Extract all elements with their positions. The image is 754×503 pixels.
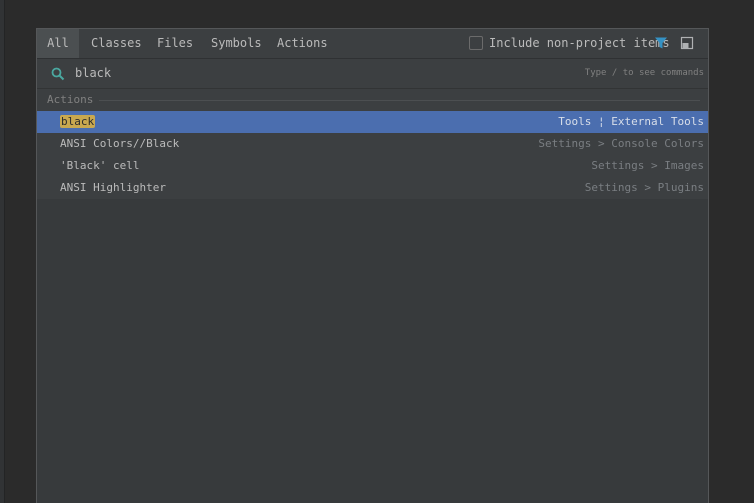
search-icon — [51, 67, 65, 81]
search-bar: black Type / to see commands — [37, 59, 708, 89]
list-item[interactable]: black Tools ¦ External Tools — [37, 111, 708, 133]
tab-symbols[interactable]: Symbols — [211, 29, 262, 58]
results-list: Actions black Tools ¦ External Tools ANS… — [37, 89, 708, 503]
list-item-name: black — [60, 111, 96, 133]
list-item[interactable]: ANSI Highlighter Settings > Plugins — [37, 177, 708, 199]
funnel-icon[interactable] — [654, 36, 668, 50]
match-highlight: black — [60, 115, 96, 128]
tab-classes[interactable]: Classes — [91, 29, 142, 58]
editor-left-edge — [0, 0, 5, 503]
search-hint: Type / to see commands — [584, 68, 704, 78]
section-title: Actions — [47, 93, 94, 106]
section-divider — [99, 100, 700, 101]
tab-bar: All Classes Files Symbols Actions Includ… — [37, 29, 708, 59]
include-non-project-checkbox[interactable] — [469, 36, 483, 50]
include-non-project-label[interactable]: Include non-project items — [489, 29, 670, 58]
tab-all[interactable]: All — [37, 29, 79, 58]
section-header-actions: Actions — [37, 89, 708, 111]
search-everywhere-popup: All Classes Files Symbols Actions Includ… — [36, 28, 709, 503]
tab-actions[interactable]: Actions — [277, 29, 328, 58]
list-item-path: Settings > Plugins — [584, 181, 704, 194]
tab-files[interactable]: Files — [157, 29, 193, 58]
search-input[interactable]: black — [75, 59, 111, 88]
list-item-path: Tools ¦ External Tools — [558, 115, 704, 128]
list-item[interactable]: ANSI Colors//Black Settings > Console Co… — [37, 133, 708, 155]
list-item-name: ANSI Highlighter — [60, 181, 166, 194]
list-item-path: Settings > Console Colors — [538, 137, 704, 150]
list-item-name: ANSI Colors//Black — [60, 137, 180, 150]
pin-window-icon[interactable] — [680, 36, 694, 50]
list-item-name: 'Black' cell — [60, 159, 140, 172]
list-item[interactable]: 'Black' cell Settings > Images — [37, 155, 708, 177]
list-item-path: Settings > Images — [591, 159, 704, 172]
